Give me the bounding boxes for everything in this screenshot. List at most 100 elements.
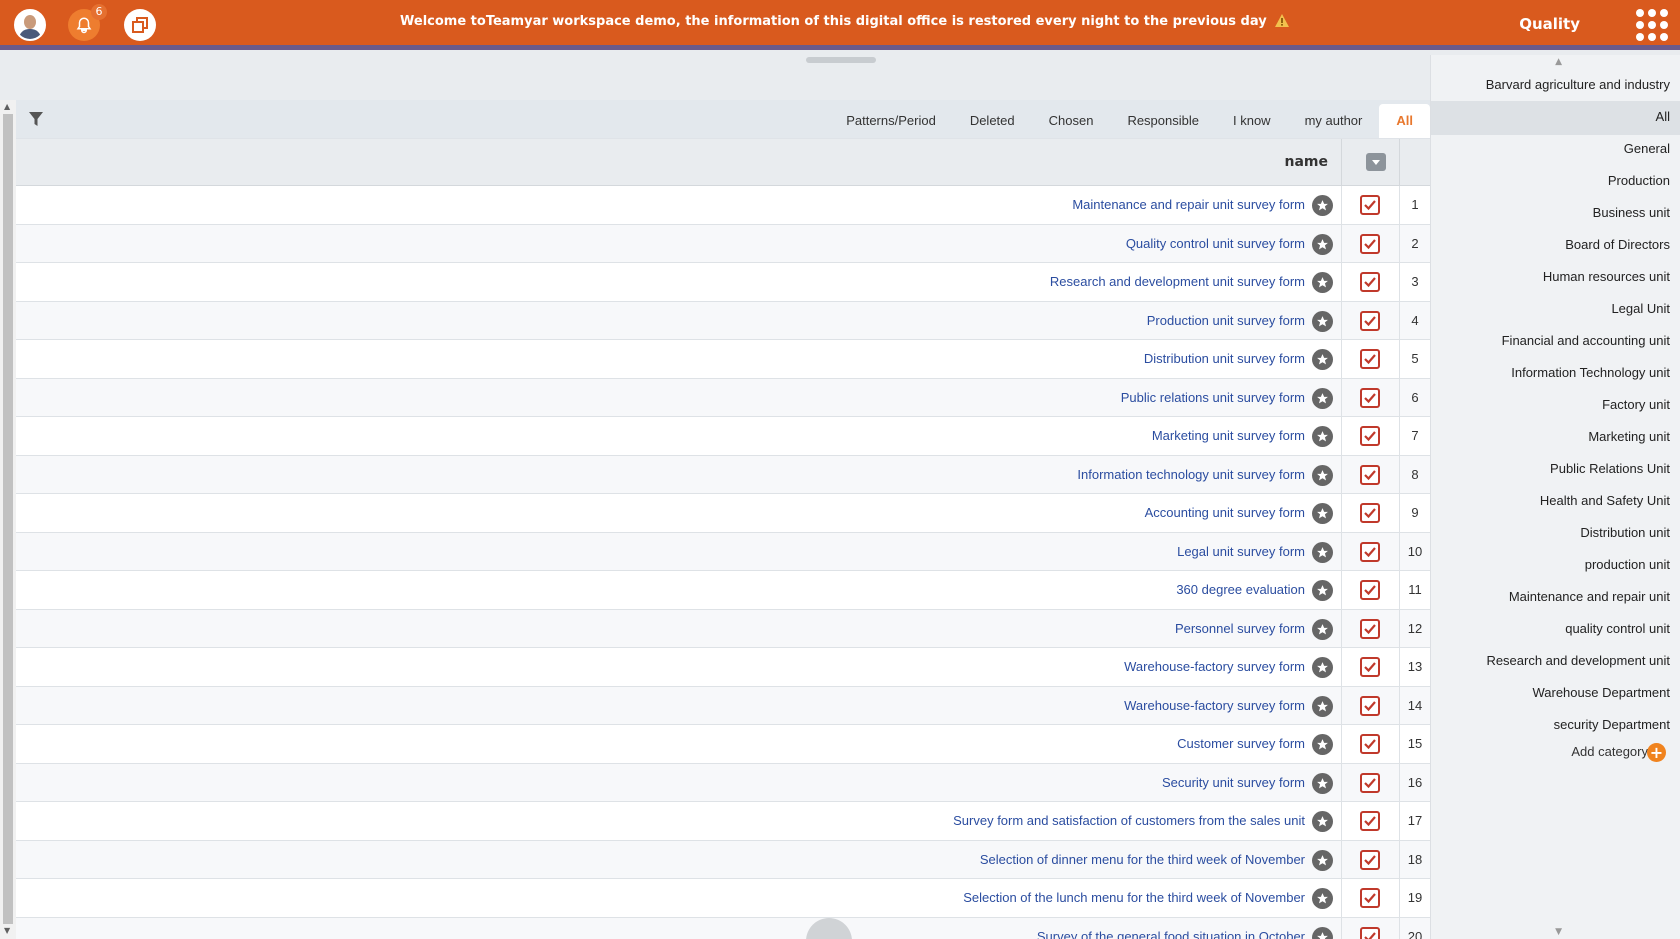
sidebar-item[interactable]: Financial and accounting unit	[1502, 333, 1670, 348]
checkbox-checked-icon[interactable]	[1360, 464, 1380, 485]
scrollbar-thumb[interactable]	[3, 114, 13, 924]
add-category-plus-icon[interactable]: +	[1647, 743, 1666, 762]
star-icon[interactable]	[1312, 310, 1333, 332]
checkbox-checked-icon[interactable]	[1360, 503, 1380, 523]
checkbox-checked-icon[interactable]	[1360, 695, 1380, 716]
checkbox-checked-icon[interactable]	[1360, 849, 1380, 870]
table-row[interactable]: Survey of the general food situation in …	[16, 917, 1430, 939]
checkbox-checked-icon[interactable]	[1360, 888, 1380, 908]
table-row[interactable]: Selection of dinner menu for the third w…	[16, 840, 1430, 879]
sidebar-item[interactable]: All	[1656, 109, 1670, 124]
form-name-link[interactable]: Distribution unit survey form	[1144, 351, 1305, 366]
sidebar-item[interactable]: Production	[1608, 173, 1670, 188]
star-icon[interactable]	[1312, 272, 1333, 293]
checkbox-checked-icon[interactable]	[1360, 657, 1380, 677]
windows-icon[interactable]	[124, 9, 156, 41]
star-icon[interactable]	[1312, 695, 1333, 717]
star-icon[interactable]	[1312, 811, 1333, 832]
star-icon[interactable]	[1312, 541, 1333, 563]
sidebar-item[interactable]: Information Technology unit	[1511, 365, 1670, 380]
form-name-link[interactable]: Quality control unit survey form	[1126, 236, 1305, 251]
checkbox-checked-icon[interactable]	[1360, 233, 1380, 254]
sidebar-item[interactable]: Distribution unit	[1580, 525, 1670, 540]
checkbox-checked-icon[interactable]	[1360, 310, 1380, 331]
checkbox-checked-icon[interactable]	[1360, 387, 1380, 408]
star-icon[interactable]	[1312, 233, 1333, 255]
checkbox-checked-icon[interactable]	[1360, 426, 1380, 446]
sidebar-item[interactable]: Board of Directors	[1565, 237, 1670, 252]
tab-my-author[interactable]: my author	[1288, 104, 1380, 138]
tab-responsible[interactable]: Responsible	[1110, 104, 1216, 138]
star-icon[interactable]	[1312, 387, 1333, 409]
form-name-link[interactable]: Warehouse-factory survey form	[1124, 659, 1305, 674]
table-row[interactable]: Survey form and satisfaction of customer…	[16, 802, 1430, 841]
form-name-link[interactable]: Selection of the lunch menu for the thir…	[963, 890, 1305, 905]
star-icon[interactable]	[1312, 849, 1333, 871]
form-name-link[interactable]: Production unit survey form	[1147, 313, 1305, 328]
table-row[interactable]: Research and development unit survey for…	[16, 263, 1430, 302]
table-row[interactable]: Public relations unit survey form 6	[16, 378, 1430, 417]
tab-deleted[interactable]: Deleted	[953, 104, 1032, 138]
table-row[interactable]: Selection of the lunch menu for the thir…	[16, 879, 1430, 918]
star-icon[interactable]	[1312, 772, 1333, 794]
star-icon[interactable]	[1312, 734, 1333, 755]
star-icon[interactable]	[1312, 926, 1333, 939]
form-name-link[interactable]: Survey of the general food situation in …	[1037, 929, 1305, 939]
column-header-name[interactable]: name	[1285, 154, 1329, 170]
table-row[interactable]: Accounting unit survey form 9	[16, 494, 1430, 533]
sidebar-item[interactable]: Business unit	[1593, 205, 1670, 220]
table-row[interactable]: Warehouse-factory survey form 13	[16, 648, 1430, 687]
table-row[interactable]: Information technology unit survey form 8	[16, 455, 1430, 494]
form-name-link[interactable]: Maintenance and repair unit survey form	[1072, 197, 1305, 212]
sidebar-item[interactable]: Legal Unit	[1611, 301, 1670, 316]
table-row[interactable]: Security unit survey form 16	[16, 763, 1430, 802]
star-icon[interactable]	[1312, 888, 1333, 909]
table-row[interactable]: Customer survey form 15	[16, 725, 1430, 764]
form-name-link[interactable]: Customer survey form	[1177, 736, 1305, 751]
table-row[interactable]: Maintenance and repair unit survey form 1	[16, 186, 1430, 225]
star-icon[interactable]	[1312, 195, 1333, 216]
form-name-link[interactable]: Information technology unit survey form	[1077, 467, 1305, 482]
checkbox-checked-icon[interactable]	[1360, 272, 1380, 292]
form-name-link[interactable]: Accounting unit survey form	[1145, 505, 1305, 520]
sidebar-item[interactable]: security Department	[1554, 717, 1670, 732]
sidebar-item[interactable]: Health and Safety Unit	[1540, 493, 1670, 508]
checkbox-checked-icon[interactable]	[1360, 734, 1380, 754]
filter-icon[interactable]	[28, 111, 44, 131]
vertical-scrollbar[interactable]: ▲ ▼	[0, 100, 16, 939]
table-row[interactable]: Warehouse-factory survey form 14	[16, 686, 1430, 725]
apps-grid-icon[interactable]	[1636, 9, 1668, 41]
star-icon[interactable]	[1312, 349, 1333, 370]
checkbox-checked-icon[interactable]	[1360, 926, 1380, 939]
checkbox-checked-icon[interactable]	[1360, 618, 1380, 639]
form-name-link[interactable]: Warehouse-factory survey form	[1124, 698, 1305, 713]
sidebar-item[interactable]: Warehouse Department	[1532, 685, 1670, 700]
tab-patterns-period[interactable]: Patterns/Period	[829, 104, 953, 138]
sidebar-item[interactable]: Barvard agriculture and industry	[1486, 77, 1670, 92]
user-avatar[interactable]	[14, 9, 46, 41]
tab-chosen[interactable]: Chosen	[1032, 104, 1111, 138]
star-icon[interactable]	[1312, 503, 1333, 524]
form-name-link[interactable]: Legal unit survey form	[1177, 544, 1305, 559]
checkbox-checked-icon[interactable]	[1360, 349, 1380, 369]
checkbox-checked-icon[interactable]	[1360, 811, 1380, 831]
sidebar-item[interactable]: production unit	[1585, 557, 1670, 572]
form-name-link[interactable]: Research and development unit survey for…	[1050, 274, 1305, 289]
table-row[interactable]: Production unit survey form 4	[16, 301, 1430, 340]
table-row[interactable]: Personnel survey form 12	[16, 609, 1430, 648]
sidebar-item[interactable]: Public Relations Unit	[1550, 461, 1670, 476]
tab-all[interactable]: All	[1379, 104, 1430, 138]
table-row[interactable]: Quality control unit survey form 2	[16, 224, 1430, 263]
sidebar-item[interactable]: quality control unit	[1565, 621, 1670, 636]
star-icon[interactable]	[1312, 464, 1333, 486]
form-name-link[interactable]: Marketing unit survey form	[1152, 428, 1305, 443]
table-row[interactable]: Distribution unit survey form 5	[16, 340, 1430, 379]
checkbox-checked-icon[interactable]	[1360, 580, 1380, 600]
table-row[interactable]: Marketing unit survey form 7	[16, 417, 1430, 456]
scroll-down-icon[interactable]: ▼	[4, 926, 10, 935]
sidebar-item[interactable]: General	[1624, 141, 1670, 156]
sidebar-scroll-down-icon[interactable]: ▼	[1555, 927, 1562, 937]
tab-i-know[interactable]: I know	[1216, 104, 1288, 138]
form-name-link[interactable]: Security unit survey form	[1162, 775, 1305, 790]
sidebar-item[interactable]: Factory unit	[1602, 397, 1670, 412]
